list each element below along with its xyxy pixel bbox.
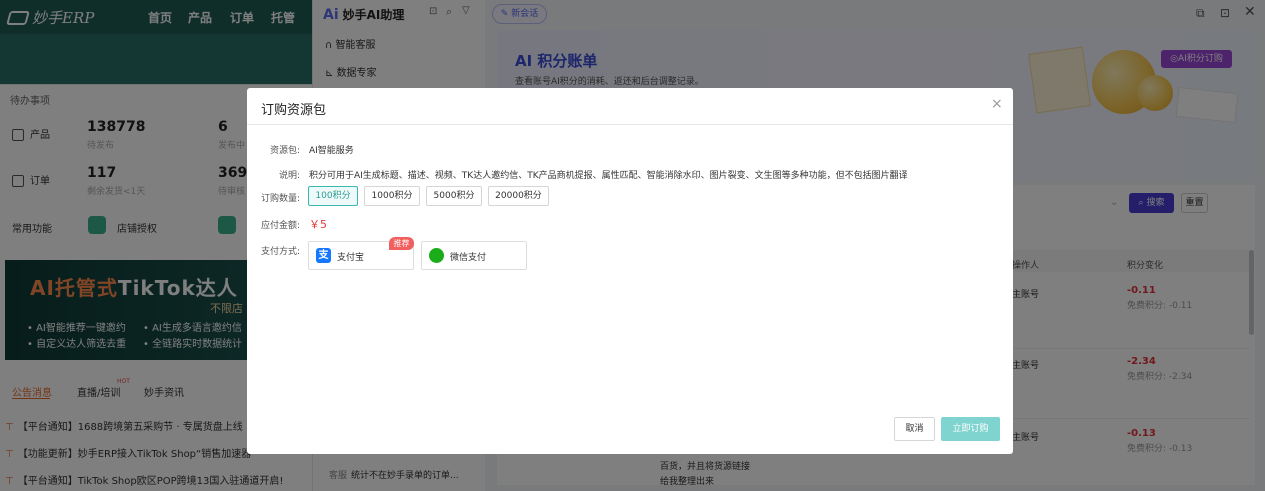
desc-value: 积分可用于AI生成标题、描述、视频、TK达人邀约信、TK产品商机提报、属性匹配、… <box>309 171 908 181</box>
confirm-order-button[interactable]: 立即订购 <box>941 417 1000 441</box>
amount-value: ￥5 <box>309 218 327 231</box>
pay-wechat-option[interactable]: 微信支付 <box>421 241 527 270</box>
dialog-title: 订购资源包 <box>261 103 327 118</box>
qty-option-5000[interactable]: 5000积分 <box>426 186 482 206</box>
qty-option-100[interactable]: 100积分 <box>308 186 358 206</box>
desc-label: 说明: <box>278 171 300 181</box>
amount-label: 应付金额: <box>260 221 300 231</box>
qty-option-1000[interactable]: 1000积分 <box>364 186 420 206</box>
wechat-icon <box>429 248 444 263</box>
purchase-dialog: 订购资源包 × 资源包: AI智能服务 说明: 积分可用于AI生成标题、描述、视… <box>247 88 1013 454</box>
close-icon[interactable]: × <box>991 96 1003 112</box>
qty-label: 订购数量: <box>260 194 300 204</box>
qty-option-20000[interactable]: 20000积分 <box>488 186 549 206</box>
pack-value: AI智能服务 <box>309 146 354 156</box>
cancel-button[interactable]: 取消 <box>894 417 935 441</box>
recommend-badge: 推荐 <box>389 237 414 250</box>
pay-label: 支付方式: <box>260 247 300 257</box>
alipay-icon: 支 <box>316 248 331 263</box>
dialog-header <box>247 88 1013 125</box>
pack-label: 资源包: <box>269 146 300 156</box>
